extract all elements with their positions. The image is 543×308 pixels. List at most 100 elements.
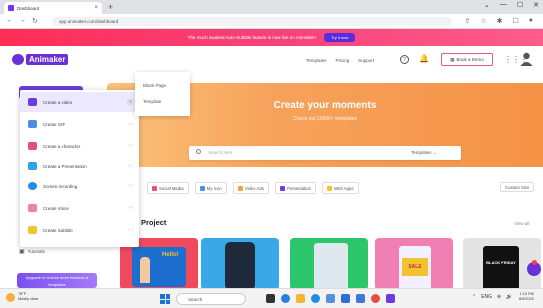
address-bar[interactable]: app.animaker.com/dashboard — [52, 17, 452, 26]
mail-icon[interactable] — [326, 294, 335, 303]
chevron-right-icon: › › — [128, 163, 133, 169]
my-icon-icon — [199, 185, 205, 191]
windows-taskbar: 78°F Mostly clear Search ⌃ ENG ⊜ 🔊 1:10 … — [0, 288, 543, 308]
back-button[interactable]: ← — [6, 17, 13, 24]
chip-social-media[interactable]: Social Media — [147, 182, 189, 194]
promo-banner: The much awaited Auto-Subtitle feature i… — [0, 29, 543, 46]
search-input[interactable]: Search here — [208, 150, 233, 155]
phone-mockup — [225, 242, 255, 290]
file-explorer-icon[interactable] — [296, 294, 305, 303]
volume-icon[interactable]: 🔊 — [506, 294, 512, 300]
category-chips: Social Media My Icon Video Ads Presentat… — [147, 182, 359, 194]
character-icon — [28, 142, 37, 150]
app-icon[interactable] — [386, 294, 395, 303]
weather-widget[interactable]: 78°F Mostly clear — [6, 292, 38, 302]
taskbar-clock[interactable]: 1:10 PM 8/9/2023 — [519, 292, 534, 302]
maximize-button[interactable]: ☐ — [517, 1, 523, 9]
browser-extension-icons: ⇪ ☆ ✱ ☐ ● — [464, 17, 533, 25]
project-card[interactable] — [201, 238, 279, 290]
submenu-blank-page[interactable]: Blank Page — [143, 83, 166, 88]
browser-icon[interactable] — [311, 294, 320, 303]
project-thumbnail: Hello! — [132, 247, 186, 287]
windows-start-icon[interactable] — [160, 294, 170, 304]
nav-templates[interactable]: Templates — [306, 58, 327, 63]
project-card[interactable] — [290, 238, 368, 290]
upgrade-button[interactable]: Upgrade to Unlock more features & templa… — [17, 273, 97, 288]
menu-item-create-video[interactable]: Create a video › — [20, 92, 139, 112]
view-all-link[interactable]: View all — [514, 221, 529, 226]
calendar-icon: ▦ — [450, 56, 455, 62]
animaker-logo[interactable]: Animaker — [12, 54, 69, 65]
chip-my-icon[interactable]: My Icon — [194, 182, 227, 194]
custom-size-button[interactable]: Custom Size — [500, 182, 535, 192]
nav-pricing[interactable]: Pricing — [336, 58, 350, 63]
sidepanel-icon[interactable]: ☐ — [512, 17, 518, 25]
menu-item-screen-recording[interactable]: Screen recording › › — [20, 176, 139, 196]
help-icon[interactable]: ? — [400, 55, 409, 64]
thumb-text: Hello! — [162, 252, 179, 258]
close-window-button[interactable]: ✕ — [533, 1, 539, 9]
hero-subtitle: Check out 10000+ templates — [293, 116, 357, 122]
chrome-icon[interactable] — [371, 294, 380, 303]
minimize-button[interactable]: — — [500, 1, 507, 9]
share-icon[interactable]: ⇪ — [464, 17, 470, 25]
wifi-icon[interactable]: ⊜ — [497, 294, 501, 300]
header-nav: Templates Pricing Support — [306, 58, 374, 63]
chip-video-ads[interactable]: Video Ads — [232, 182, 269, 194]
gif-icon — [28, 120, 37, 128]
edge-icon[interactable] — [281, 294, 290, 303]
video-icon — [28, 98, 37, 106]
nav-support[interactable]: Support — [358, 58, 374, 63]
store-icon[interactable] — [341, 294, 350, 303]
project-thumbnail: SALE — [399, 246, 431, 290]
sidebar-tutorials[interactable]: ▣ Tutorials — [19, 248, 45, 255]
extensions-icon[interactable]: ✱ — [497, 17, 503, 25]
tab-title: Dashboard — [17, 5, 40, 11]
project-card[interactable]: SALE — [375, 238, 453, 290]
menu-item-create-character[interactable]: Create a character › › — [20, 136, 139, 156]
social-media-icon — [152, 185, 157, 191]
web-apps-icon — [327, 185, 333, 191]
tray-overflow-icon[interactable]: ⌃ — [472, 294, 476, 300]
chat-notification-badge — [532, 260, 537, 265]
menu-item-create-voice[interactable]: Create Voice › › — [20, 198, 139, 218]
language-indicator[interactable]: ENG — [481, 294, 492, 300]
close-tab-icon[interactable]: × — [94, 5, 98, 11]
taskbar-search[interactable]: Search — [176, 293, 246, 305]
subtitle-icon — [28, 226, 37, 234]
voice-icon — [28, 204, 37, 212]
new-tab-button[interactable]: + — [108, 2, 113, 12]
chevron-right-icon: › › — [128, 183, 133, 189]
presentation-icon — [28, 162, 37, 170]
clock-date: 8/9/2023 — [519, 297, 534, 301]
template-search-bar[interactable]: Search here Templates ⌄ — [189, 146, 461, 160]
book-demo-button[interactable]: ▦ Book a Demo — [441, 53, 493, 66]
tab-search-icon[interactable]: ⌄ — [484, 1, 490, 9]
try-it-now-button[interactable]: Try it now — [324, 33, 356, 42]
logo-text: Animaker — [26, 54, 69, 65]
reload-button[interactable]: ↻ — [32, 17, 38, 25]
profile-icon[interactable]: ● — [529, 17, 533, 25]
bookmark-star-icon[interactable]: ☆ — [480, 17, 486, 25]
submenu-template[interactable]: Template — [143, 99, 161, 104]
black-friday-text: BLACK FRIDAY — [486, 260, 516, 265]
menu-item-create-presentation[interactable]: Create a Presentation › › — [20, 156, 139, 176]
chip-presentation[interactable]: Presentation — [274, 182, 317, 194]
browser-tab[interactable]: Dashboard × — [4, 2, 102, 14]
project-thumbnail — [314, 243, 348, 290]
favicon-icon — [8, 5, 14, 11]
task-view-icon[interactable] — [266, 294, 275, 303]
browser-tab-bar: Dashboard × + ⌄ — ☐ ✕ — [0, 0, 543, 14]
forward-button[interactable]: → — [19, 17, 26, 24]
menu-item-create-gif[interactable]: Create GIF › › — [20, 114, 139, 134]
chip-web-apps[interactable]: Web Apps — [322, 182, 359, 194]
search-category-dropdown[interactable]: Templates ⌄ — [411, 150, 437, 156]
character-figure — [140, 257, 150, 283]
user-avatar-icon[interactable] — [520, 52, 533, 66]
notification-bell-icon[interactable]: 🔔 — [419, 54, 429, 63]
presentation-icon — [279, 185, 285, 191]
tutorials-icon: ▣ — [19, 249, 25, 255]
teams-icon[interactable] — [356, 294, 365, 303]
menu-item-create-subtitle[interactable]: Create Subtitle › › — [20, 220, 139, 240]
chevron-right-icon: › › — [128, 121, 133, 127]
